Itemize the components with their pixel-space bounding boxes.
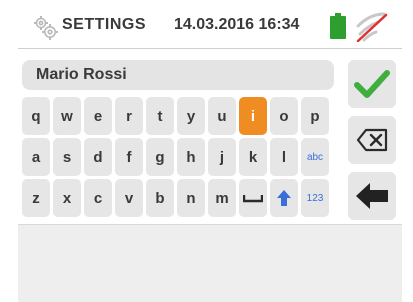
shift-arrow-icon	[277, 190, 291, 206]
key-y[interactable]: y	[177, 97, 205, 135]
key-e[interactable]: e	[84, 97, 112, 135]
key-w[interactable]: w	[53, 97, 81, 135]
key-l[interactable]: l	[270, 138, 298, 176]
key-z[interactable]: z	[22, 179, 50, 217]
key-o[interactable]: o	[270, 97, 298, 135]
numeric-mode-key[interactable]: 123	[301, 179, 329, 217]
numeric-mode-label: 123	[306, 192, 324, 204]
gear-icon	[34, 16, 58, 40]
name-input-value: Mario Rossi	[36, 66, 127, 83]
key-x[interactable]: x	[53, 179, 81, 217]
backspace-button[interactable]	[348, 116, 396, 164]
key-f[interactable]: f	[115, 138, 143, 176]
name-input[interactable]: Mario Rossi	[22, 60, 334, 90]
key-m[interactable]: m	[208, 179, 236, 217]
header-bar: SETTINGS 14.03.2016 16:34	[18, 0, 402, 52]
shift-key[interactable]	[270, 179, 298, 217]
key-c[interactable]: c	[84, 179, 112, 217]
key-i[interactable]: i	[239, 97, 267, 135]
settings-screen: SETTINGS 14.03.2016 16:34 Mario Rossi q …	[18, 0, 402, 302]
space-bar-icon	[243, 195, 263, 203]
checkmark-icon	[354, 70, 390, 98]
confirm-button[interactable]	[348, 60, 396, 108]
key-u[interactable]: u	[208, 97, 236, 135]
back-arrow-icon	[356, 183, 388, 209]
header-divider	[18, 48, 402, 49]
key-s[interactable]: s	[53, 138, 81, 176]
key-j[interactable]: j	[208, 138, 236, 176]
space-key[interactable]	[239, 179, 267, 217]
key-p[interactable]: p	[301, 97, 329, 135]
datetime-display: 14.03.2016 16:34	[174, 16, 300, 33]
key-q[interactable]: q	[22, 97, 50, 135]
wifi-off-icon	[356, 12, 388, 42]
on-screen-keyboard: q w e r t y u i o p a s d f g h j k l ab…	[18, 94, 338, 218]
key-v[interactable]: v	[115, 179, 143, 217]
key-b[interactable]: b	[146, 179, 174, 217]
key-r[interactable]: r	[115, 97, 143, 135]
key-k[interactable]: k	[239, 138, 267, 176]
abc-mode-key[interactable]: abc	[301, 138, 329, 176]
key-a[interactable]: a	[22, 138, 50, 176]
key-g[interactable]: g	[146, 138, 174, 176]
page-title: SETTINGS	[62, 16, 147, 33]
key-h[interactable]: h	[177, 138, 205, 176]
key-d[interactable]: d	[84, 138, 112, 176]
bottom-panel	[18, 224, 402, 302]
back-button[interactable]	[348, 172, 396, 220]
key-n[interactable]: n	[177, 179, 205, 217]
backspace-icon	[356, 128, 388, 152]
abc-mode-label: abc	[306, 151, 324, 163]
battery-icon	[330, 13, 346, 39]
key-t[interactable]: t	[146, 97, 174, 135]
